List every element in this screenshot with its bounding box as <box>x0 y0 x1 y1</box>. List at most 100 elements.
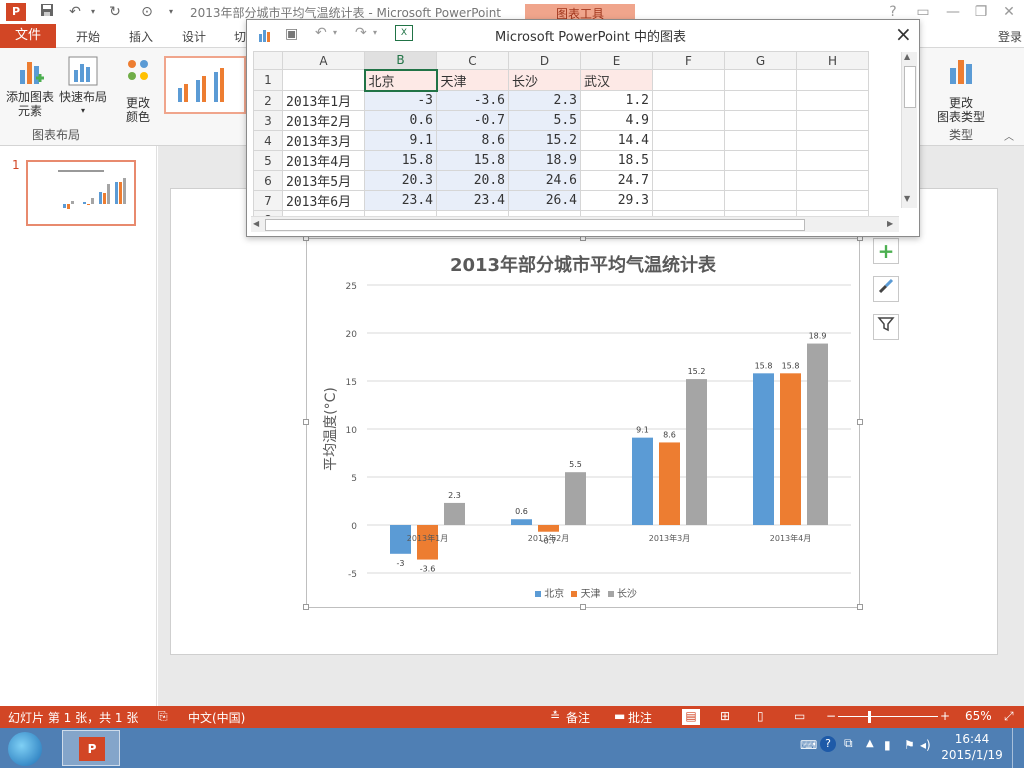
datasheet-cell[interactable]: 北京 <box>363 68 438 92</box>
change-chart-type-button[interactable]: 更改 图表类型 <box>936 54 986 124</box>
datasheet-save-icon[interactable]: ▣ <box>285 26 298 42</box>
undo-dropdown-icon[interactable]: ▾ <box>84 3 102 21</box>
datasheet-cell[interactable]: 4.9 <box>580 110 653 131</box>
datasheet-cell[interactable]: 20.3 <box>364 170 437 191</box>
fit-slide-icon[interactable]: ⤢ <box>1004 709 1014 724</box>
datasheet-cell[interactable] <box>724 90 797 111</box>
undo-icon[interactable]: ↶ <box>66 3 84 21</box>
datasheet-cell[interactable] <box>724 110 797 131</box>
resize-handle-b[interactable] <box>580 604 586 610</box>
datasheet-cell[interactable]: -0.7 <box>436 110 509 131</box>
datasheet-cell[interactable]: 14.4 <box>580 130 653 151</box>
datasheet-redo-dropdown-icon[interactable]: ▾ <box>373 28 377 37</box>
col-header-f[interactable]: F <box>652 51 725 70</box>
datasheet-cell[interactable]: -3 <box>364 90 437 111</box>
change-colors-button[interactable]: 更改 颜色 <box>116 54 160 124</box>
row-header[interactable]: 3 <box>253 110 283 131</box>
notes-icon[interactable]: ≛ <box>550 709 560 723</box>
datasheet-cell[interactable]: 0.6 <box>364 110 437 131</box>
scroll-down-icon[interactable]: ▼ <box>904 194 910 203</box>
datasheet-cell[interactable]: 23.4 <box>436 190 509 211</box>
datasheet-cell[interactable] <box>796 190 869 211</box>
datasheet-cell[interactable] <box>724 150 797 171</box>
slideshow-view-icon[interactable]: ▭ <box>794 709 805 723</box>
datasheet-cell[interactable]: 长沙 <box>508 69 581 91</box>
datasheet-cell[interactable]: 24.7 <box>580 170 653 191</box>
slideshow-icon[interactable]: ⊙ <box>138 3 156 21</box>
datasheet-cell[interactable]: 23.4 <box>364 190 437 211</box>
datasheet-cell[interactable]: 8.6 <box>436 130 509 151</box>
datasheet-cell[interactable]: -3.6 <box>436 90 509 111</box>
flag-icon[interactable]: ⚑ <box>904 738 915 752</box>
chart-area[interactable]: -5 0 5 10 15 20 25 -3 -3.6 2.3 2013年1月 0.6 -0.7 5.5 20… <box>306 238 860 608</box>
row-header[interactable]: 4 <box>253 130 283 151</box>
zoom-out-icon[interactable]: − <box>826 709 836 723</box>
datasheet-cell[interactable] <box>724 130 797 151</box>
datasheet-cell[interactable] <box>724 190 797 211</box>
row-header[interactable]: 2 <box>253 90 283 111</box>
datasheet-redo-icon[interactable]: ↷ <box>355 25 367 41</box>
datasheet-cell[interactable]: 2013年6月 <box>282 190 365 211</box>
datasheet-cell[interactable]: 2.3 <box>508 90 581 111</box>
col-header-g[interactable]: G <box>724 51 797 70</box>
datasheet-cell[interactable]: 2013年4月 <box>282 150 365 171</box>
filter-icon[interactable] <box>873 314 899 340</box>
close-window-icon[interactable]: ✕ <box>1000 3 1018 21</box>
tab-design[interactable]: 设计 <box>182 28 206 45</box>
reading-view-icon[interactable]: ▯ <box>757 709 764 723</box>
datasheet-cell[interactable]: 2013年2月 <box>282 110 365 131</box>
customize-icon[interactable]: ▾ <box>162 3 180 21</box>
col-header-e[interactable]: E <box>580 51 653 70</box>
datasheet-cell[interactable] <box>796 170 869 191</box>
datasheet-cell[interactable] <box>652 110 725 131</box>
notes-button[interactable]: 备注 <box>566 709 590 726</box>
datasheet-cell[interactable]: 天津 <box>436 69 509 91</box>
chart-data-window[interactable]: ▣ ↶ ▾ ↷ ▾ X Microsoft PowerPoint 中的图表 × … <box>246 19 920 237</box>
add-element-icon[interactable]: + <box>873 238 899 264</box>
scroll-right-icon[interactable]: ▶ <box>887 219 893 228</box>
zoom-level[interactable]: 65% <box>965 709 992 723</box>
resize-handle-l[interactable] <box>303 419 309 425</box>
datasheet-cell[interactable] <box>796 69 869 91</box>
datasheet-cell[interactable] <box>652 130 725 151</box>
datasheet-cell[interactable]: 2013年1月 <box>282 90 365 111</box>
horizontal-scrollbar[interactable]: ◀ ▶ <box>251 216 899 232</box>
datasheet-cell[interactable]: 15.8 <box>436 150 509 171</box>
datasheet-undo-icon[interactable]: ↶ <box>315 25 327 41</box>
datasheet-undo-dropdown-icon[interactable]: ▾ <box>333 28 337 37</box>
datasheet-cell[interactable] <box>796 110 869 131</box>
row-header[interactable]: 5 <box>253 150 283 171</box>
tray-expand-icon[interactable]: ▲ <box>866 738 874 749</box>
datasheet-cell[interactable] <box>652 190 725 211</box>
datasheet-cell[interactable] <box>652 69 725 91</box>
edit-in-excel-icon[interactable]: X <box>395 25 413 41</box>
save-icon[interactable] <box>38 3 56 21</box>
clock-time[interactable]: 16:44 <box>944 732 1000 746</box>
datasheet-cell[interactable]: 5.5 <box>508 110 581 131</box>
keyboard-icon[interactable]: ⌨ <box>800 738 817 752</box>
tab-file[interactable]: 文件 <box>0 24 56 48</box>
network-icon[interactable]: ▮ <box>884 738 891 752</box>
datasheet-cell[interactable]: 2013年5月 <box>282 170 365 191</box>
zoom-slider-thumb[interactable] <box>868 711 871 723</box>
quick-layout-button[interactable]: 快速布局 ▾ <box>58 54 108 124</box>
datasheet-cell[interactable]: 15.8 <box>364 150 437 171</box>
datasheet-cell[interactable]: 20.8 <box>436 170 509 191</box>
datasheet-cell[interactable] <box>796 150 869 171</box>
col-header-c[interactable]: C <box>436 51 509 70</box>
datasheet-close-button[interactable]: × <box>895 22 912 46</box>
tab-transitions[interactable]: 切 <box>234 28 246 45</box>
y-axis-title[interactable]: 平均温度(°C) <box>320 374 340 484</box>
datasheet-cell[interactable] <box>796 130 869 151</box>
spell-check-icon[interactable]: ⎘ <box>158 709 168 724</box>
slide-thumbnail[interactable] <box>26 160 136 226</box>
datasheet-cell[interactable]: 18.5 <box>580 150 653 171</box>
row-header[interactable]: 7 <box>253 190 283 211</box>
datasheet-cell[interactable]: 18.9 <box>508 150 581 171</box>
add-chart-element-button[interactable]: 添加图表 元素 <box>4 54 56 124</box>
datasheet-cell[interactable] <box>724 69 797 91</box>
datasheet-cell[interactable] <box>282 69 365 91</box>
comments-button[interactable]: 批注 <box>628 709 652 726</box>
login-link[interactable]: 登录 <box>998 28 1022 45</box>
redo-icon[interactable]: ↻ <box>106 3 124 21</box>
